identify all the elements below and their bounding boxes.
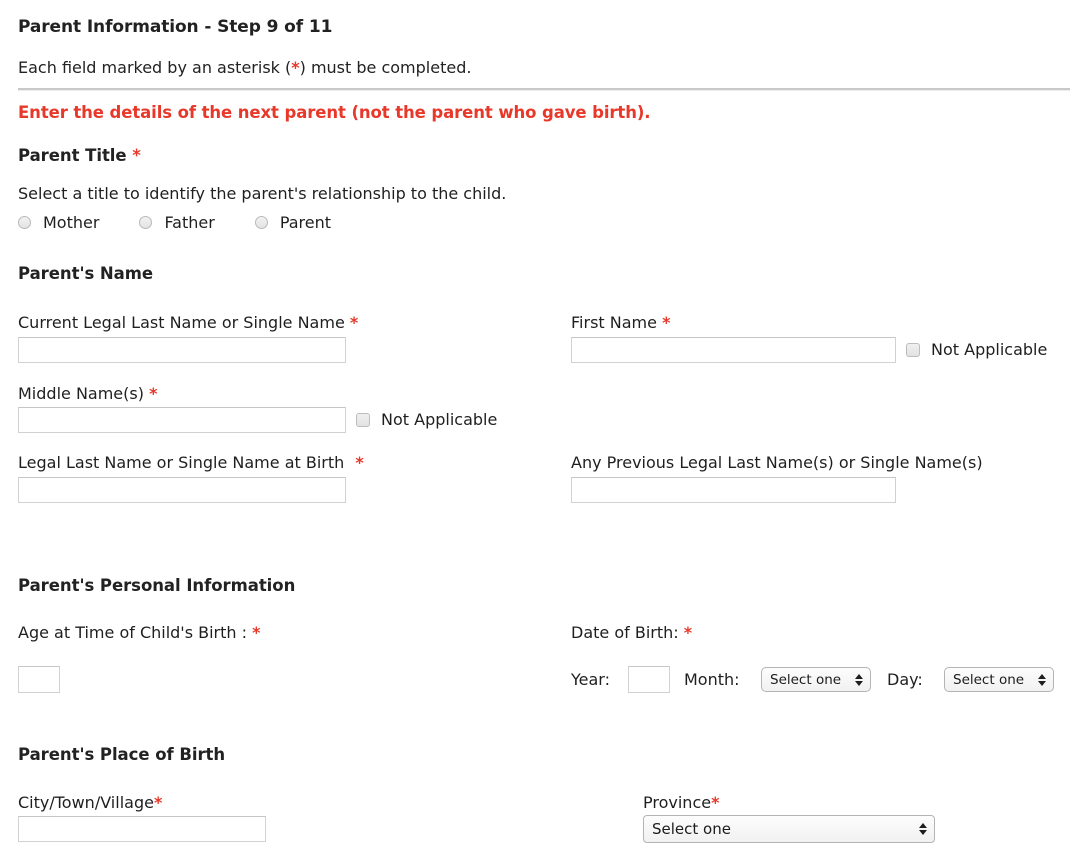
parent-title-instruction: Select a title to identify the parent's … xyxy=(18,184,507,203)
select-province-value: Select one xyxy=(652,820,731,838)
input-middle-names[interactable] xyxy=(18,407,346,433)
input-current-legal-last-name[interactable] xyxy=(18,337,346,363)
label-year: Year: xyxy=(571,670,610,689)
label-first-name: First Name * xyxy=(571,313,670,332)
select-province[interactable]: Select one xyxy=(643,815,935,843)
chevron-updown-icon xyxy=(1037,672,1047,688)
label-current-legal-last-name: Current Legal Last Name or Single Name * xyxy=(18,313,358,332)
label-month: Month: xyxy=(684,670,740,689)
select-day[interactable]: Select one xyxy=(944,667,1054,692)
section-heading-place-of-birth: Parent's Place of Birth xyxy=(18,745,226,764)
asterisk-instruction: Each field marked by an asterisk (*) mus… xyxy=(18,58,471,77)
required-mark: * xyxy=(153,793,163,812)
select-month[interactable]: Select one xyxy=(761,667,871,692)
label-middle-names: Middle Name(s) * xyxy=(18,384,157,403)
warning-message: Enter the details of the next parent (no… xyxy=(18,103,651,122)
form-page: Parent Information - Step 9 of 11 Each f… xyxy=(0,0,1088,859)
radio-option-parent[interactable]: Parent xyxy=(254,213,332,232)
section-heading-parents-name: Parent's Name xyxy=(18,264,154,283)
input-legal-last-name-at-birth[interactable] xyxy=(18,477,346,503)
parent-title-heading-text: Parent Title xyxy=(18,146,127,165)
label-day: Day: xyxy=(887,670,923,689)
label-city-town-village-text: City/Town/Village xyxy=(18,793,154,812)
label-legal-last-name-at-birth-text: Legal Last Name or Single Name at Birth xyxy=(18,453,345,472)
radio-icon[interactable] xyxy=(139,216,153,229)
radio-option-father[interactable]: Father xyxy=(139,213,215,232)
required-mark: * xyxy=(711,793,720,812)
header-divider xyxy=(18,88,1070,91)
checkbox-label-not-applicable: Not Applicable xyxy=(381,410,498,429)
required-mark: * xyxy=(149,384,158,403)
label-previous-legal-last-names: Any Previous Legal Last Name(s) or Singl… xyxy=(571,453,983,472)
label-legal-last-name-at-birth: Legal Last Name or Single Name at Birth … xyxy=(18,453,364,472)
input-city-town-village[interactable] xyxy=(18,816,266,842)
checkbox-label-not-applicable: Not Applicable xyxy=(931,340,1048,359)
asterisk-instruction-suffix: ) must be completed. xyxy=(299,58,472,77)
checkbox-middle-names-not-applicable[interactable]: Not Applicable xyxy=(356,410,497,429)
radio-icon[interactable] xyxy=(254,216,268,229)
radio-label-father: Father xyxy=(164,213,215,232)
required-mark: * xyxy=(349,313,359,332)
label-first-name-text: First Name xyxy=(571,313,657,332)
checkbox-first-name-not-applicable[interactable]: Not Applicable xyxy=(906,340,1047,359)
section-heading-parent-title: Parent Title * xyxy=(18,146,141,165)
label-age-at-time-of-birth: Age at Time of Child's Birth : * xyxy=(18,623,260,642)
parent-title-radio-group: Mother Father Parent xyxy=(18,213,371,232)
required-mark: * xyxy=(355,453,364,472)
label-age-at-time-of-birth-text: Age at Time of Child's Birth : xyxy=(18,623,248,642)
label-province: Province* xyxy=(643,793,719,812)
radio-label-parent: Parent xyxy=(279,213,332,232)
input-first-name[interactable] xyxy=(571,337,896,363)
label-province-text: Province xyxy=(643,793,712,812)
input-age-at-time-of-birth[interactable] xyxy=(18,666,60,693)
checkbox-icon[interactable] xyxy=(356,412,370,427)
label-city-town-village: City/Town/Village* xyxy=(18,793,162,812)
input-year[interactable] xyxy=(628,666,670,693)
asterisk-symbol: * xyxy=(291,58,300,77)
label-date-of-birth-text: Date of Birth: xyxy=(571,623,679,642)
input-previous-legal-last-names[interactable] xyxy=(571,477,896,503)
chevron-updown-icon xyxy=(918,821,928,837)
select-month-value: Select one xyxy=(770,671,842,688)
required-mark: * xyxy=(662,313,671,332)
parent-title-required-mark: * xyxy=(132,146,141,165)
checkbox-icon[interactable] xyxy=(906,342,920,357)
asterisk-instruction-prefix: Each field marked by an asterisk ( xyxy=(18,58,292,77)
required-mark: * xyxy=(252,623,261,642)
radio-icon[interactable] xyxy=(18,216,31,229)
label-current-legal-last-name-text: Current Legal Last Name or Single Name xyxy=(18,313,345,332)
label-middle-names-text: Middle Name(s) xyxy=(18,384,144,403)
section-heading-personal-information: Parent's Personal Information xyxy=(18,576,296,595)
radio-option-mother[interactable]: Mother xyxy=(18,213,99,232)
page-title: Parent Information - Step 9 of 11 xyxy=(18,17,333,37)
select-day-value: Select one xyxy=(953,671,1025,688)
chevron-updown-icon xyxy=(854,672,864,688)
label-date-of-birth: Date of Birth: * xyxy=(571,623,692,642)
radio-label-mother: Mother xyxy=(43,213,100,232)
required-mark: * xyxy=(683,623,693,642)
